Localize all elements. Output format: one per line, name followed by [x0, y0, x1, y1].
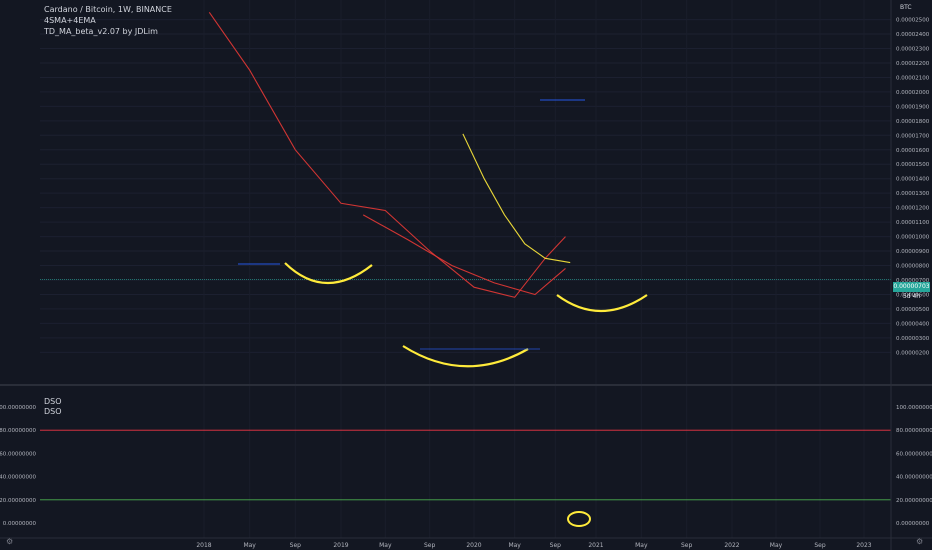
oscillator-tick-left: 40.00000000: [0, 475, 36, 481]
price-tick-label: 0.00000200: [896, 350, 930, 356]
time-tick-label: 2019: [333, 542, 348, 549]
time-tick-label: 2022: [724, 542, 739, 549]
oscillator-tick-left: 100.00000000: [0, 405, 36, 411]
oscillator-tick-right: 0.00000000: [896, 521, 930, 527]
price-tick-label: 0.00002200: [896, 61, 930, 67]
price-tick-label: 0.00002400: [896, 32, 930, 38]
oscillator-tick-left: 80.00000000: [0, 428, 36, 434]
time-tick-label: May: [379, 542, 392, 549]
oscillator-legend: DSO DSO: [44, 397, 62, 417]
time-tick-label: Sep: [290, 542, 302, 549]
bar-countdown-tag: 5d 4h: [902, 293, 921, 300]
price-tick-label: 0.00000900: [896, 249, 930, 255]
time-tick-label: May: [635, 542, 648, 549]
price-tick-label: 0.00001700: [896, 133, 930, 139]
oscillator-tick-right: 100.00000000: [896, 405, 932, 411]
price-tick-label: 0.00001900: [896, 104, 930, 110]
time-tick-label: Sep: [550, 542, 562, 549]
oscillator-tick-right: 40.00000000: [896, 475, 932, 481]
price-tick-label: 0.00000300: [896, 336, 930, 342]
oscillator-tick-right: 20.00000000: [896, 498, 932, 504]
price-tick-label: 0.00000500: [896, 307, 930, 313]
oscillator-legend-2[interactable]: DSO: [44, 407, 62, 417]
time-tick-label: May: [243, 542, 256, 549]
time-tick-label: May: [508, 542, 521, 549]
indicator-legend-td-ma[interactable]: TD_MA_beta_v2.07 by JDLim: [44, 26, 172, 37]
time-tick-label: 2018: [196, 542, 211, 549]
price-tick-label: 0.00002100: [896, 75, 930, 81]
indicator-legend-sma-ema[interactable]: 4SMA+4EMA: [44, 15, 172, 26]
settings-icon[interactable]: ⚙: [6, 537, 13, 546]
oscillator-tick-left: 20.00000000: [0, 498, 36, 504]
chart-stage: 0.00002500 0.00002400 0.00002300 0.00002200…: [0, 0, 932, 550]
price-tick-label: 0.00001400: [896, 177, 930, 183]
oscillator-tick-left: 0.00000000: [3, 521, 37, 527]
price-tick-label: 0.00001000: [896, 235, 930, 241]
price-tick-label: 0.00001500: [896, 162, 930, 168]
price-tick-label: 0.00002300: [896, 47, 930, 53]
time-tick-label: May: [770, 542, 783, 549]
symbol-title[interactable]: Cardano / Bitcoin, 1W, BINANCE: [44, 4, 172, 15]
price-tick-label: 0.00000400: [896, 321, 930, 327]
price-tick-label: 0.00001200: [896, 206, 930, 212]
oscillator-tick-right: 80.00000000: [896, 428, 932, 434]
time-tick-label: Sep: [814, 542, 826, 549]
price-tick-label: 0.00001300: [896, 191, 930, 197]
time-tick-label: 2021: [588, 542, 603, 549]
time-tick-label: Sep: [681, 542, 693, 549]
oscillator-tick-left: 60.00000000: [0, 451, 36, 457]
price-tick-label: 0.00002000: [896, 90, 930, 96]
price-tick-label: 0.00001800: [896, 119, 930, 125]
chart-legend: Cardano / Bitcoin, 1W, BINANCE 4SMA+4EMA…: [44, 4, 172, 37]
time-tick-label: 2023: [856, 542, 871, 549]
oscillator-tick-right: 60.00000000: [896, 451, 932, 457]
price-tick-label: 0.00002500: [896, 18, 930, 24]
time-tick-label: 2020: [466, 542, 481, 549]
settings-icon-right[interactable]: ⚙: [916, 537, 923, 546]
price-tick-label: 0.00001600: [896, 148, 930, 154]
last-price-tag: 0.00000703: [893, 282, 930, 292]
oscillator-legend-1[interactable]: DSO: [44, 397, 62, 407]
price-tick-label: 0.00001100: [896, 220, 930, 226]
time-tick-label: Sep: [424, 542, 436, 549]
currency-label: BTC: [900, 4, 912, 11]
chart-background: [0, 0, 932, 550]
price-tick-label: 0.00000800: [896, 264, 930, 270]
